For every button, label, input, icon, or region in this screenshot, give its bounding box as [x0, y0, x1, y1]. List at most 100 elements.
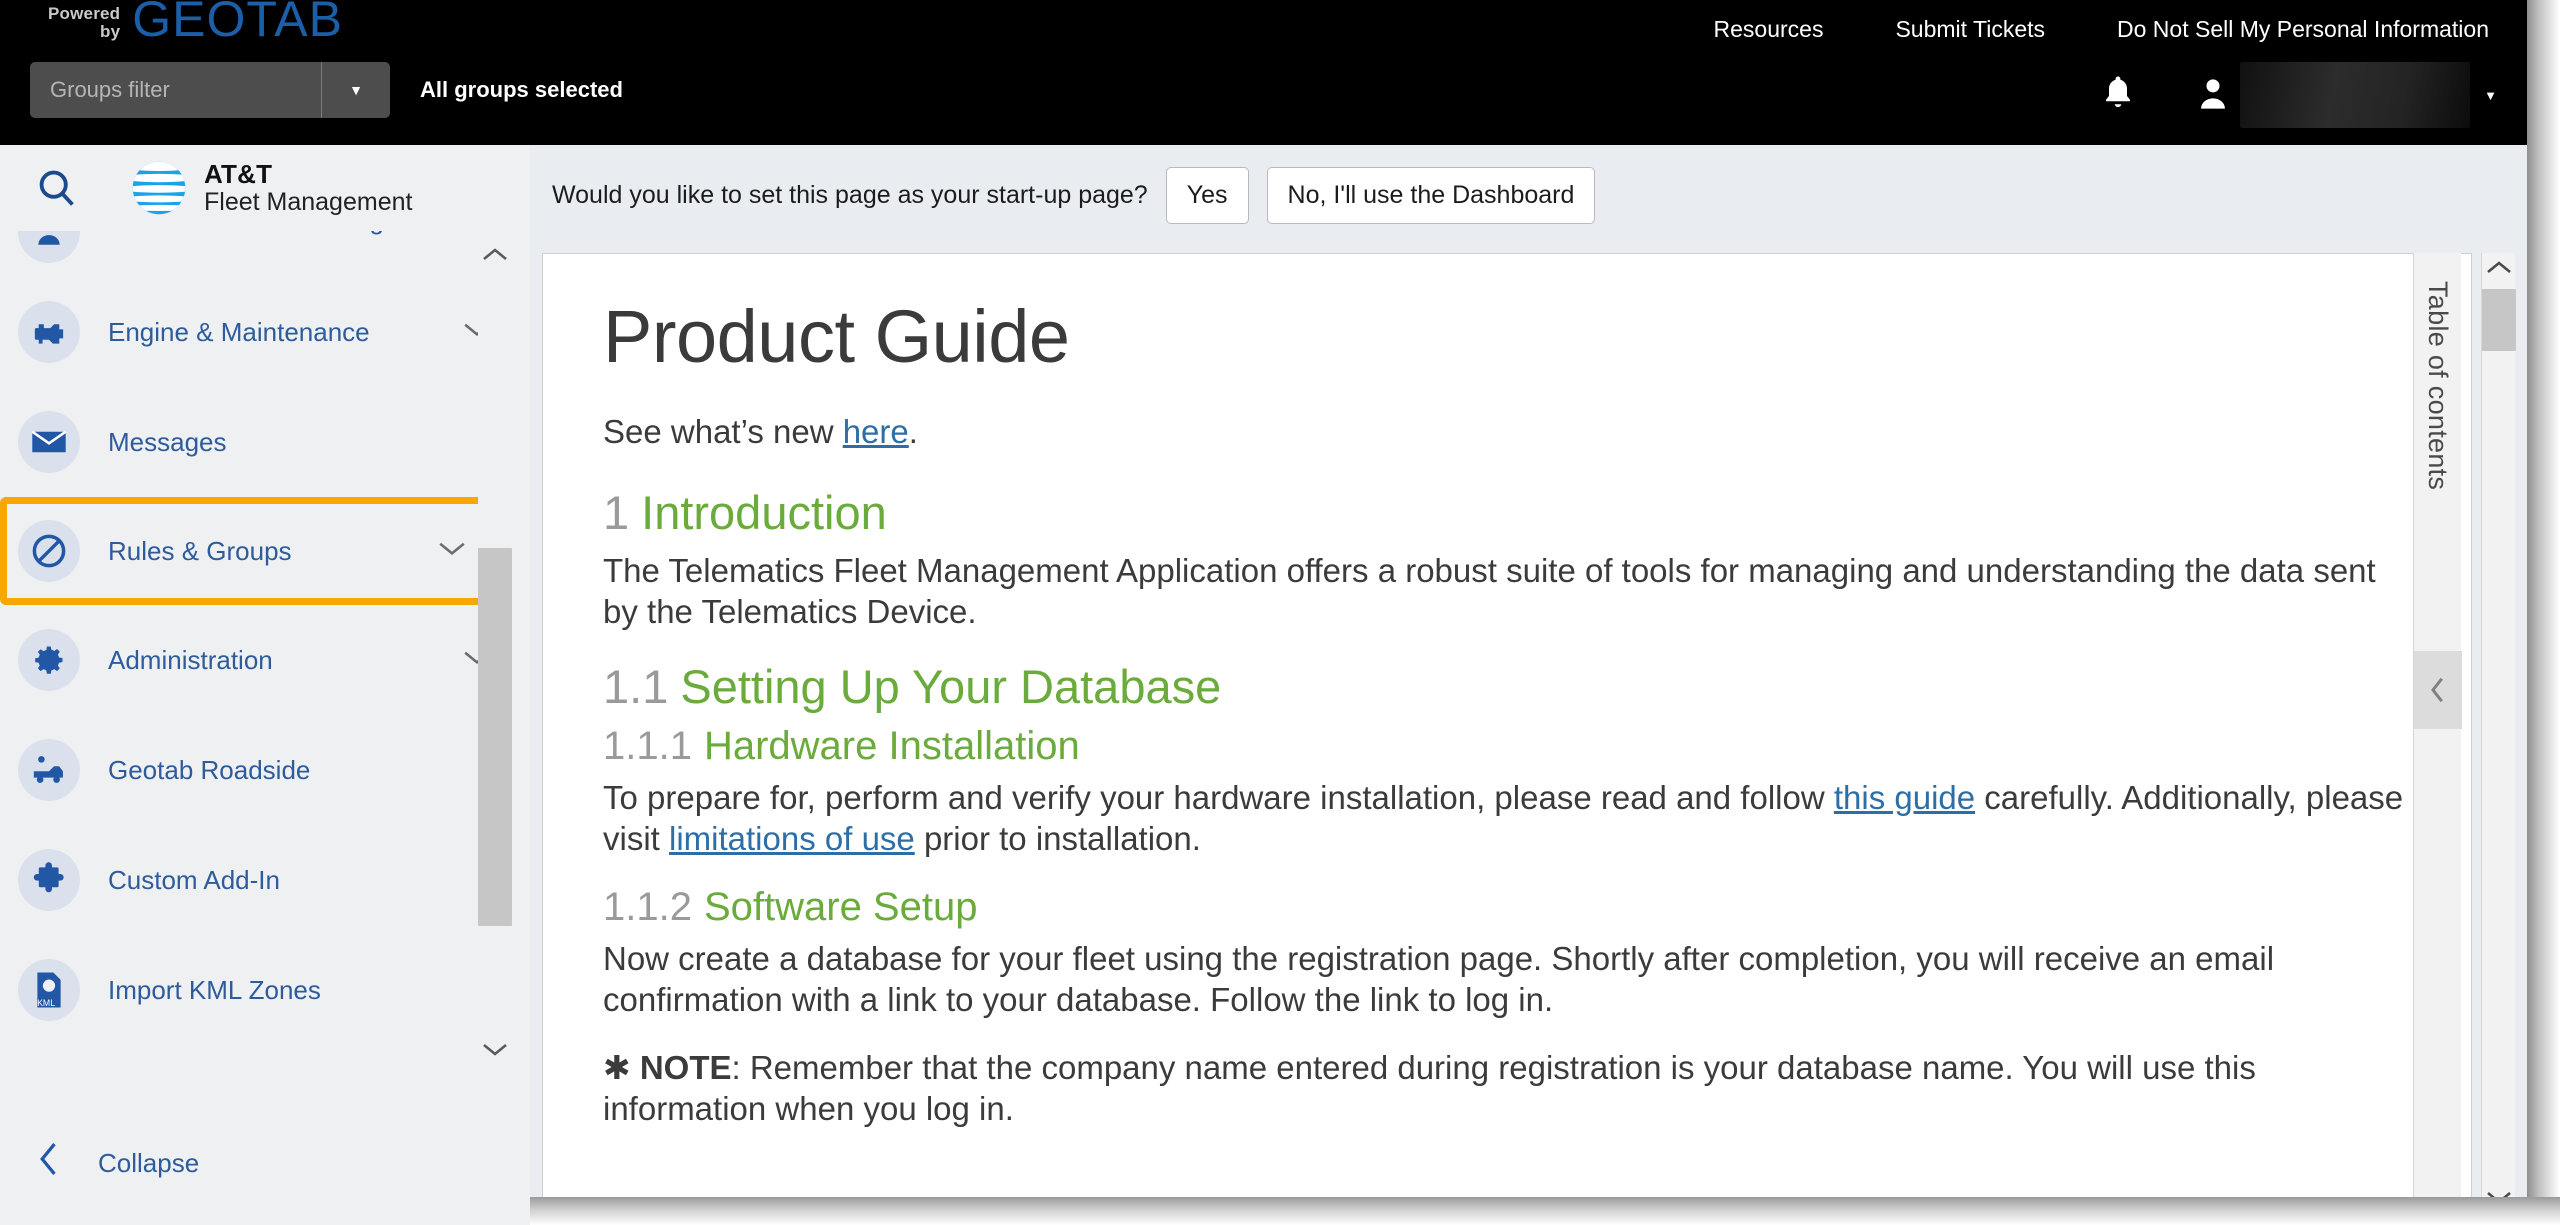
product-guide-content: Product Guide See what’s new here. 1 Intr… [543, 254, 2471, 1129]
search-icon[interactable] [22, 153, 92, 223]
powered-by-line2: by [100, 22, 121, 41]
chevron-down-icon[interactable]: ▼ [322, 82, 390, 98]
sidebar-item-label: Administration [108, 644, 273, 675]
section-heading-introduction: 1 Introduction [603, 485, 2411, 540]
rules-prohibition-icon [18, 520, 80, 582]
scroll-track[interactable] [478, 276, 512, 1034]
section-number: 1 [603, 486, 630, 539]
notification-bell-icon[interactable] [2100, 73, 2136, 118]
toc-collapse-button[interactable] [2414, 651, 2462, 729]
text-part: prior to installation. [914, 819, 1201, 857]
brand-subtitle: Fleet Management [204, 187, 413, 216]
puzzle-piece-icon [18, 849, 80, 911]
svg-text:KML: KML [37, 998, 55, 1008]
section-title: Hardware Installation [703, 723, 1080, 768]
scroll-up-arrow-icon[interactable] [481, 240, 509, 276]
engine-icon [18, 301, 80, 363]
geotab-wordmark: GEOTAB [132, 0, 343, 47]
sidebar-item-rules-groups[interactable]: Rules & Groups [0, 497, 512, 605]
table-of-contents-rail[interactable]: Table of contents [2413, 253, 2462, 1218]
brand-name: AT&T [204, 159, 273, 190]
all-groups-selected-label: All groups selected [420, 77, 623, 102]
startup-prompt-question: Would you like to set this page as your … [552, 180, 1148, 209]
section-title: Setting Up Your Database [680, 659, 1222, 713]
geotab-logo: Powered by GEOTAB [48, 0, 343, 44]
note-marker-icon: ✱ [603, 1048, 631, 1086]
see-whats-new-prefix: See what’s new [603, 413, 843, 450]
sidebar-collapse-button[interactable]: Collapse [0, 1140, 530, 1187]
whats-new-link[interactable]: here [843, 413, 909, 450]
scroll-track[interactable] [2481, 289, 2516, 1182]
scroll-up-arrow-icon[interactable] [2485, 253, 2513, 289]
startup-no-button[interactable]: No, I'll use the Dashboard [1266, 166, 1596, 224]
left-sidebar: AT&T Fleet Management AT&T Workforce Man… [0, 145, 530, 1225]
groups-filter-input[interactable]: Groups filter [30, 77, 321, 103]
scroll-thumb[interactable] [2481, 289, 2516, 351]
hardware-installation-paragraph: To prepare for, perform and verify your … [603, 777, 2411, 860]
this-guide-link[interactable]: this guide [1834, 779, 1975, 816]
sidebar-item-administration[interactable]: Administration [0, 605, 530, 715]
chevron-down-icon[interactable] [437, 539, 467, 563]
kml-file-icon: KML [18, 959, 80, 1021]
scroll-down-arrow-icon[interactable] [481, 1034, 509, 1070]
groups-filter-area: Groups filter ▼ All groups selected [30, 62, 623, 118]
section-number: 1.1.1 [603, 723, 692, 768]
collapse-label: Collapse [98, 1148, 200, 1178]
sidebar-item-label: Geotab Roadside [108, 754, 311, 785]
chevron-left-icon[interactable] [36, 1140, 84, 1187]
software-setup-paragraph: Now create a database for your fleet usi… [603, 940, 2275, 1019]
powered-by-line1: Powered [48, 4, 121, 23]
chevron-down-icon[interactable]: ▼ [2484, 88, 2497, 103]
do-not-sell-link[interactable]: Do Not Sell My Personal Information [2117, 16, 2489, 43]
sidebar-item-label: Custom Add-In [108, 864, 280, 895]
sidebar-scrollbar[interactable] [478, 240, 512, 1070]
user-name-redacted[interactable] [2240, 62, 2471, 128]
sidebar-item-label: Rules & Groups [108, 535, 292, 566]
note-text: : Remember that the company name entered… [603, 1048, 2256, 1127]
user-avatar-icon[interactable] [2196, 73, 2230, 118]
sidebar-nav-list: AT&T Workforce Manager Engine & Maintena… [0, 231, 530, 1045]
sidebar-item-import-kml-zones[interactable]: KML Import KML Zones [0, 935, 530, 1045]
see-whats-new-suffix: . [908, 413, 918, 450]
sidebar-item-att-workforce-manager[interactable]: AT&T Workforce Manager [0, 231, 530, 277]
envelope-icon [18, 411, 80, 473]
page-title: Product Guide [603, 295, 1070, 378]
gear-icon [18, 629, 80, 691]
sidebar-item-custom-add-in[interactable]: Custom Add-In [0, 825, 530, 935]
section-number: 1.1 [603, 659, 669, 713]
powered-by-text: Powered by [48, 5, 120, 44]
section-heading-hardware-installation: 1.1.1 Hardware Installation [603, 724, 2411, 769]
sidebar-item-geotab-roadside[interactable]: Geotab Roadside [0, 715, 530, 825]
sidebar-item-label: AT&T Workforce Manager [108, 231, 500, 236]
startup-page-prompt: Would you like to set this page as your … [530, 145, 2527, 245]
content-scrollbar[interactable] [2481, 253, 2516, 1218]
note-label: NOTE [639, 1048, 732, 1086]
see-whats-new-line: See what’s new here. [603, 413, 2411, 451]
sidebar-item-messages[interactable]: Messages [0, 387, 530, 497]
workforce-manager-icon [18, 231, 80, 263]
resources-link[interactable]: Resources [1714, 16, 1824, 43]
groups-filter-control[interactable]: Groups filter ▼ [30, 62, 390, 118]
submit-tickets-link[interactable]: Submit Tickets [1895, 16, 2045, 43]
sidebar-nav-scroll-area: AT&T Workforce Manager Engine & Maintena… [0, 231, 530, 1066]
sidebar-item-label: Messages [108, 426, 227, 457]
section-heading-software-setup: 1.1.2 Software Setup [603, 885, 2411, 930]
text-part: To prepare for, perform and verify your … [603, 778, 1834, 816]
sidebar-item-label: Engine & Maintenance [108, 316, 370, 347]
roadside-tow-truck-icon [18, 739, 80, 801]
table-of-contents-label: Table of contents [2423, 281, 2453, 491]
att-globe-icon [132, 161, 186, 215]
header-account-area: ▼ [2100, 58, 2497, 132]
section-heading-setting-up-your-database: 1.1 Setting Up Your Database [603, 659, 2411, 714]
limitations-of-use-link[interactable]: limitations of use [669, 820, 915, 857]
product-guide-panel: Product Guide See what’s new here. 1 Intr… [542, 253, 2472, 1218]
main-content-area: Would you like to set this page as your … [530, 145, 2527, 1225]
startup-yes-button[interactable]: Yes [1165, 166, 1249, 224]
scroll-thumb[interactable] [478, 548, 512, 926]
section-number: 1.1.2 [603, 885, 692, 929]
introduction-paragraph: The Telematics Fleet Management Applicat… [603, 552, 2376, 631]
sidebar-item-engine-maintenance[interactable]: Engine & Maintenance [0, 277, 530, 387]
sidebar-item-label: Import KML Zones [108, 974, 321, 1005]
section-title: Introduction [641, 486, 887, 539]
att-fleet-management-brand: AT&T Fleet Management [130, 159, 412, 217]
